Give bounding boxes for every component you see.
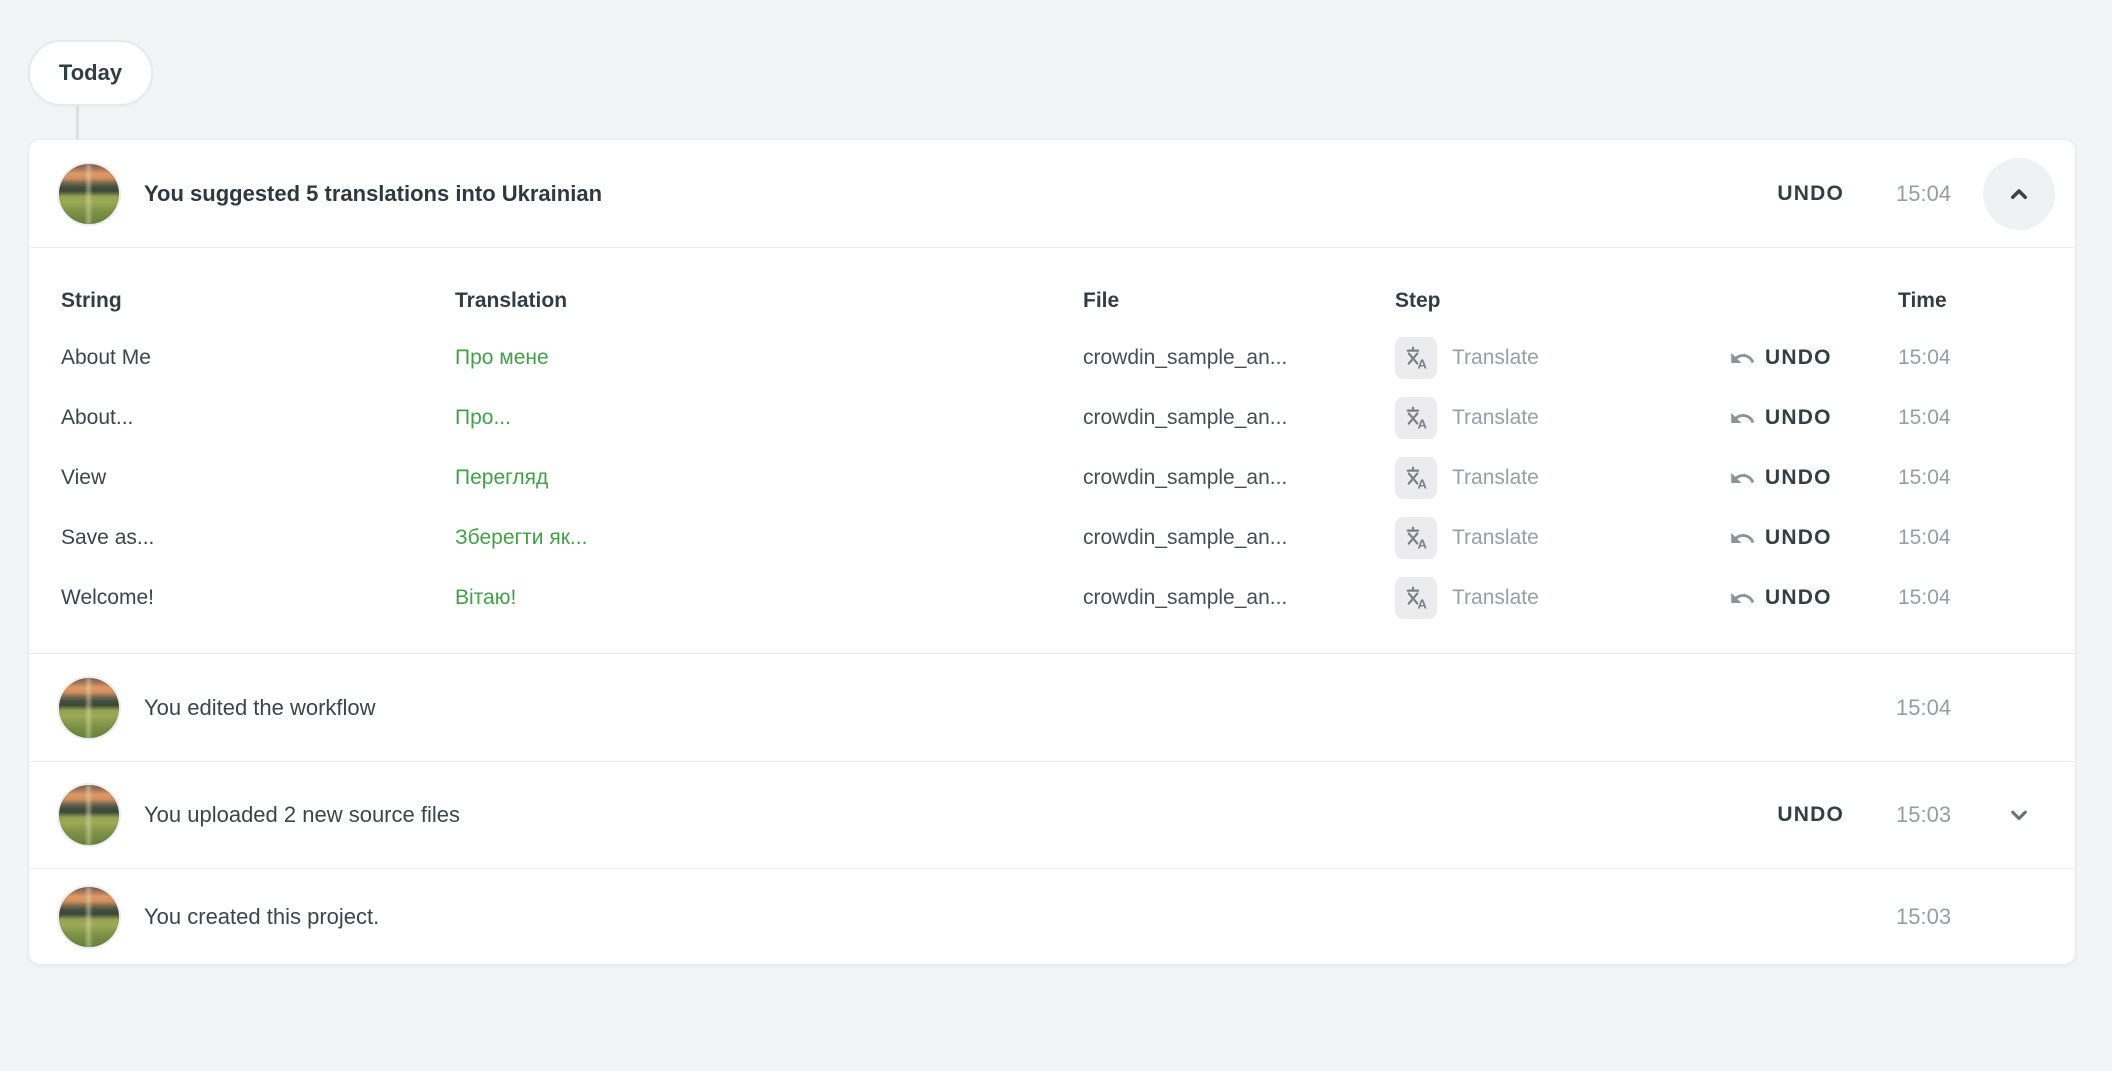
activity-time: 15:04 bbox=[1896, 695, 1981, 721]
activity-title: You uploaded 2 new source files bbox=[144, 802, 460, 828]
row-undo: UNDO bbox=[1729, 345, 1898, 372]
activity-time: 15:03 bbox=[1896, 802, 1981, 828]
user-avatar bbox=[59, 678, 119, 738]
translate-icon bbox=[1395, 577, 1437, 619]
table-row: About... Про... crowdin_sample_an... Tra… bbox=[61, 388, 2075, 448]
undo-arrow-icon bbox=[1729, 405, 1756, 432]
undo-arrow-icon bbox=[1729, 345, 1756, 372]
string-cell: Save as... bbox=[61, 526, 455, 550]
column-header-translation: Translation bbox=[455, 289, 1083, 313]
collapse-slot bbox=[1981, 879, 2057, 955]
date-badge-label: Today bbox=[59, 60, 122, 86]
file-cell[interactable]: crowdin_sample_an... bbox=[1083, 406, 1395, 430]
column-header-string: String bbox=[61, 289, 455, 313]
activity-row-created-project[interactable]: You created this project. 15:03 bbox=[29, 869, 2075, 964]
file-cell[interactable]: crowdin_sample_an... bbox=[1083, 466, 1395, 490]
time-cell: 15:04 bbox=[1898, 406, 2075, 430]
activity-actions: UNDO 15:04 bbox=[1777, 156, 2057, 232]
activity-title: You created this project. bbox=[144, 904, 379, 930]
file-cell[interactable]: crowdin_sample_an... bbox=[1083, 586, 1395, 610]
string-cell: About Me bbox=[61, 346, 455, 370]
undo-arrow-icon bbox=[1729, 585, 1756, 612]
step-cell: Translate bbox=[1395, 577, 1729, 619]
column-header-step: Step bbox=[1395, 289, 1729, 313]
step-cell: Translate bbox=[1395, 337, 1729, 379]
collapse-button[interactable] bbox=[1983, 158, 2055, 230]
timeline-connector bbox=[76, 106, 79, 139]
translation-cell[interactable]: Про... bbox=[455, 406, 1083, 430]
chevron-down-icon bbox=[2004, 800, 2034, 830]
translate-icon bbox=[1395, 397, 1437, 439]
user-avatar bbox=[59, 887, 119, 947]
expand-button[interactable] bbox=[1999, 795, 2039, 835]
date-badge: Today bbox=[28, 40, 153, 106]
string-cell: Welcome! bbox=[61, 586, 455, 610]
row-undo: UNDO bbox=[1729, 465, 1898, 492]
undo-button[interactable]: UNDO bbox=[1777, 182, 1844, 206]
step-cell: Translate bbox=[1395, 397, 1729, 439]
column-header-file: File bbox=[1083, 289, 1395, 313]
chevron-up-icon bbox=[2004, 179, 2034, 209]
table-row: About Me Про мене crowdin_sample_an... T… bbox=[61, 328, 2075, 388]
user-avatar bbox=[59, 164, 119, 224]
column-header-time: Time bbox=[1898, 289, 2075, 313]
table-row: View Перегляд crowdin_sample_an... Trans… bbox=[61, 448, 2075, 508]
undo-arrow-icon bbox=[1729, 525, 1756, 552]
activity-actions: 15:04 bbox=[1896, 670, 2057, 746]
time-cell: 15:04 bbox=[1898, 346, 2075, 370]
time-cell: 15:04 bbox=[1898, 586, 2075, 610]
row-undo: UNDO bbox=[1729, 585, 1898, 612]
row-undo: UNDO bbox=[1729, 525, 1898, 552]
step-label: Translate bbox=[1452, 346, 1539, 370]
expand-slot bbox=[1981, 777, 2057, 853]
translation-cell[interactable]: Вітаю! bbox=[455, 586, 1083, 610]
step-cell: Translate bbox=[1395, 457, 1729, 499]
translation-cell[interactable]: Перегляд bbox=[455, 466, 1083, 490]
translation-details-table: String Translation File Step Time About … bbox=[29, 248, 2075, 653]
step-cell: Translate bbox=[1395, 517, 1729, 559]
time-cell: 15:04 bbox=[1898, 526, 2075, 550]
activity-feed-page: Today You suggested 5 translations into … bbox=[0, 40, 2112, 1071]
undo-button[interactable]: UNDO bbox=[1765, 586, 1832, 610]
activity-title: You edited the workflow bbox=[144, 695, 376, 721]
collapse-slot bbox=[1981, 670, 2057, 746]
activity-card: You suggested 5 translations into Ukrain… bbox=[28, 139, 2076, 965]
undo-button[interactable]: UNDO bbox=[1777, 803, 1844, 827]
file-cell[interactable]: crowdin_sample_an... bbox=[1083, 346, 1395, 370]
step-label: Translate bbox=[1452, 466, 1539, 490]
row-undo: UNDO bbox=[1729, 405, 1898, 432]
activity-row-suggested-translations[interactable]: You suggested 5 translations into Ukrain… bbox=[29, 140, 2075, 247]
undo-arrow-icon bbox=[1729, 465, 1756, 492]
step-label: Translate bbox=[1452, 586, 1539, 610]
translate-icon bbox=[1395, 517, 1437, 559]
table-row: Welcome! Вітаю! crowdin_sample_an... Tra… bbox=[61, 568, 2075, 628]
string-cell: About... bbox=[61, 406, 455, 430]
activity-time: 15:03 bbox=[1896, 904, 1981, 930]
activity-actions: 15:03 bbox=[1896, 879, 2057, 955]
file-cell[interactable]: crowdin_sample_an... bbox=[1083, 526, 1395, 550]
time-cell: 15:04 bbox=[1898, 466, 2075, 490]
translate-icon bbox=[1395, 337, 1437, 379]
activity-title: You suggested 5 translations into Ukrain… bbox=[144, 181, 602, 207]
step-label: Translate bbox=[1452, 406, 1539, 430]
translation-cell[interactable]: Про мене bbox=[455, 346, 1083, 370]
undo-button[interactable]: UNDO bbox=[1765, 346, 1832, 370]
table-row: Save as... Зберегти як... crowdin_sample… bbox=[61, 508, 2075, 568]
translate-icon bbox=[1395, 457, 1437, 499]
string-cell: View bbox=[61, 466, 455, 490]
undo-button[interactable]: UNDO bbox=[1765, 406, 1832, 430]
table-header-row: String Translation File Step Time bbox=[61, 274, 2075, 328]
collapse-slot bbox=[1981, 156, 2057, 232]
activity-row-uploaded-files[interactable]: You uploaded 2 new source files UNDO 15:… bbox=[29, 762, 2075, 868]
undo-button[interactable]: UNDO bbox=[1765, 466, 1832, 490]
activity-row-edited-workflow[interactable]: You edited the workflow 15:04 bbox=[29, 654, 2075, 761]
activity-actions: UNDO 15:03 bbox=[1777, 777, 2057, 853]
step-label: Translate bbox=[1452, 526, 1539, 550]
user-avatar bbox=[59, 785, 119, 845]
translation-cell[interactable]: Зберегти як... bbox=[455, 526, 1083, 550]
activity-time: 15:04 bbox=[1896, 181, 1981, 207]
undo-button[interactable]: UNDO bbox=[1765, 526, 1832, 550]
